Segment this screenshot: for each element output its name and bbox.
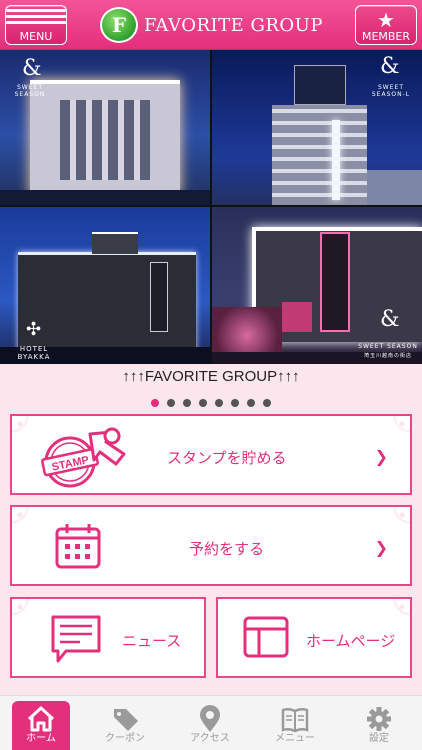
homepage-button[interactable]: ホームページ — [216, 597, 412, 678]
carousel-dot[interactable] — [247, 399, 255, 407]
carousel-dot[interactable] — [151, 399, 159, 407]
reserve-label: 予約をする — [189, 540, 265, 558]
homepage-label: ホームページ — [306, 632, 396, 650]
carousel-dot[interactable] — [167, 399, 175, 407]
tab-label: ホーム — [26, 733, 56, 744]
tab-home[interactable]: ホーム — [12, 701, 70, 750]
menu-button-label: MENU — [19, 30, 53, 43]
sweet-season-kawagoe-logo-icon: & — [380, 307, 400, 332]
hotel-photo-carousel[interactable]: & SWEET SEASON & SWEET SEASON-L ✣ HOTEL … — [0, 50, 422, 364]
stamp-card-label: スタンプを貯める — [167, 449, 287, 467]
menu-button[interactable]: MENU — [5, 5, 67, 45]
tab-label: 設定 — [369, 733, 389, 744]
photo-brand-label: HOTEL BYAKKA — [17, 345, 51, 361]
member-button[interactable]: ★ MEMBER — [355, 5, 417, 45]
calendar-icon — [55, 524, 101, 569]
photo-brand-label: SWEET SEASON — [14, 84, 46, 98]
member-button-label: MEMBER — [361, 30, 411, 43]
app-header: MENU F FAVORITE GROUP ★ MEMBER — [0, 0, 422, 50]
carousel-dot[interactable] — [263, 399, 271, 407]
tab-label: メニュー — [275, 733, 315, 744]
carousel-dot[interactable] — [215, 399, 223, 407]
webpage-icon — [243, 616, 289, 658]
hotel-photo-byakka[interactable]: ✣ HOTEL BYAKKA — [0, 207, 210, 364]
carousel-dot[interactable] — [199, 399, 207, 407]
gear-icon — [367, 707, 391, 731]
carousel-dot[interactable] — [231, 399, 239, 407]
photo-brand-label: SWEET SEASON — [358, 343, 418, 350]
chevron-right-icon: ❯ — [374, 537, 388, 557]
hotel-photo-sweet-season-kawagoe[interactable]: & SWEET SEASON 埼玉川越南の街店 — [212, 207, 422, 364]
news-label: ニュース — [122, 632, 182, 650]
coupon-icon — [114, 709, 138, 731]
tab-label: クーポン — [105, 733, 145, 744]
book-icon — [281, 707, 309, 733]
tab-access[interactable]: アクセス — [181, 701, 239, 750]
tab-coupon[interactable]: クーポン — [96, 701, 154, 750]
carousel-page-dots[interactable] — [0, 392, 422, 411]
app-logo: F FAVORITE GROUP — [100, 6, 323, 44]
hotel-photo-sweet-season-l[interactable]: & SWEET SEASON-L — [212, 50, 422, 205]
carousel-caption: ↑↑↑FAVORITE GROUP↑↑↑ — [122, 368, 300, 385]
hamburger-icon — [6, 9, 66, 31]
sweet-season-logo-icon: & — [22, 56, 42, 81]
star-icon: ★ — [377, 8, 395, 32]
news-icon — [51, 615, 101, 663]
tab-settings[interactable]: 設定 — [350, 701, 408, 750]
app-title: FAVORITE GROUP — [144, 14, 323, 36]
photo-brand-label: SWEET SEASON-L — [371, 84, 411, 98]
photo-branch-label: 埼玉川越南の街店 — [363, 353, 412, 359]
carousel-dot[interactable] — [183, 399, 191, 407]
hotel-photo-sweet-season[interactable]: & SWEET SEASON — [0, 50, 210, 205]
logo-mark-icon: F — [100, 7, 138, 43]
chevron-right-icon: ❯ — [374, 446, 388, 466]
stamp-icon: STAMP — [41, 427, 126, 488]
reserve-button[interactable]: 予約をする ❯ — [10, 505, 412, 586]
stamp-card-button[interactable]: STAMP スタンプを貯める ❯ — [10, 414, 412, 495]
bottom-tab-bar: ホーム クーポン アクセス メニュー 設定 — [0, 695, 422, 750]
tab-label: アクセス — [190, 733, 230, 744]
map-pin-icon — [200, 705, 220, 732]
home-icon — [27, 706, 55, 732]
sweet-season-l-logo-icon: & — [380, 54, 400, 79]
tab-menu[interactable]: メニュー — [266, 701, 324, 750]
news-button[interactable]: ニュース — [10, 597, 206, 678]
byakka-logo-icon: ✣ — [26, 319, 42, 340]
